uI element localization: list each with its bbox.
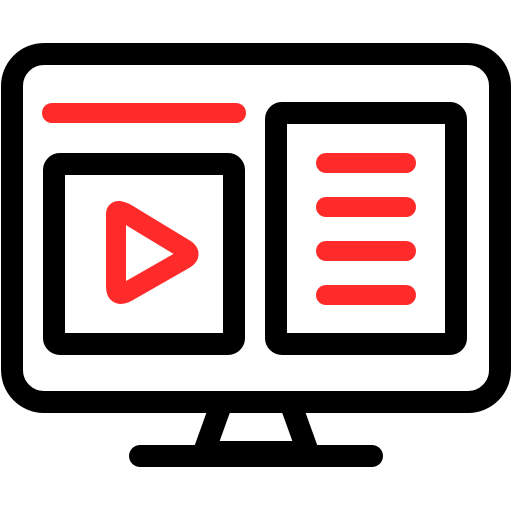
icon-svg xyxy=(1,43,511,467)
text-lines-group xyxy=(316,153,416,305)
video-webpage-monitor-icon xyxy=(0,0,512,512)
text-panel xyxy=(265,102,467,355)
video-panel xyxy=(43,153,245,355)
play-triangle-icon xyxy=(106,201,199,304)
